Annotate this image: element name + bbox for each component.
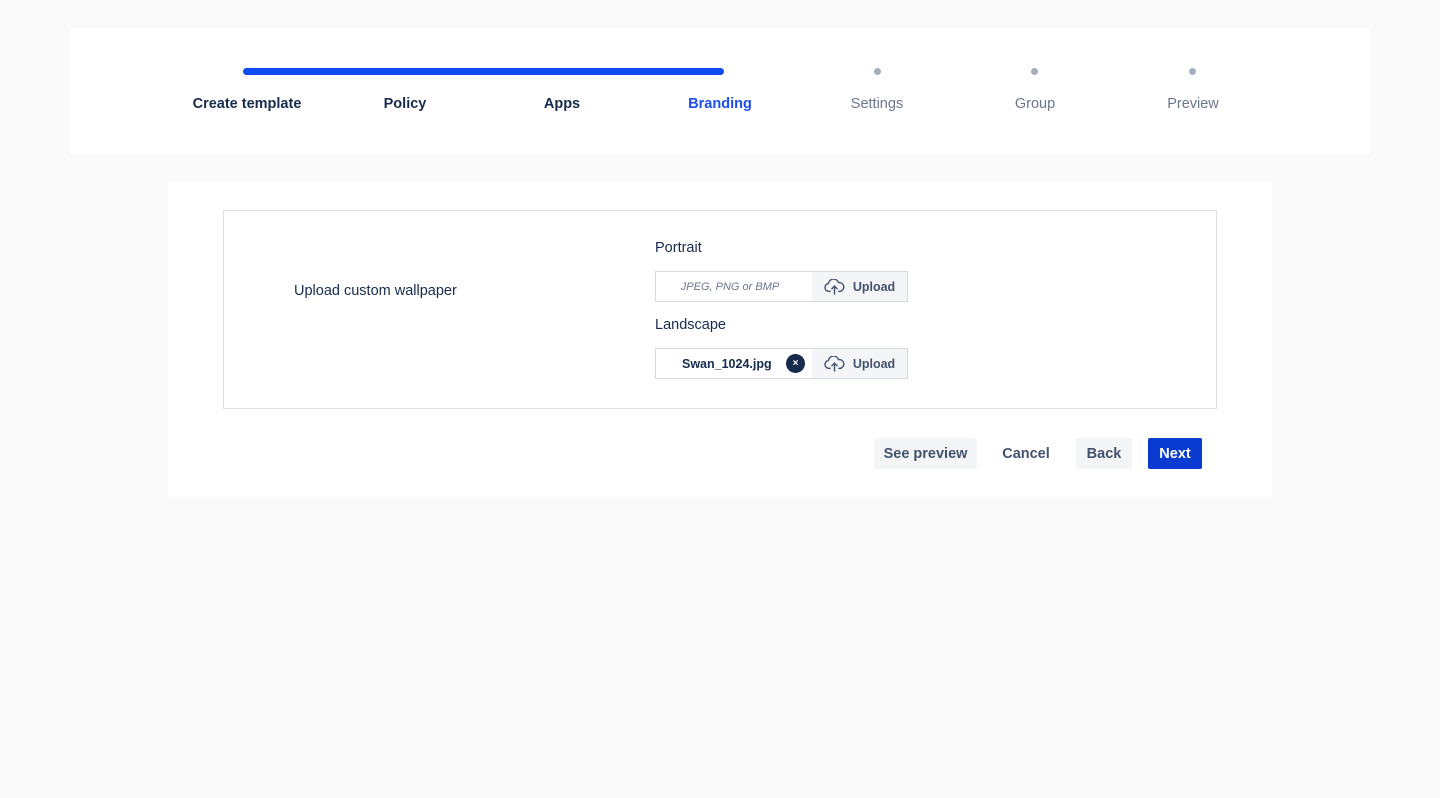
- portrait-file-placeholder[interactable]: JPEG, PNG or BMP: [656, 272, 812, 301]
- landscape-file-chip: Swan_1024.jpg ×: [656, 349, 812, 378]
- landscape-upload-button[interactable]: Upload: [812, 349, 907, 378]
- step-dot-group: [1031, 68, 1038, 75]
- cloud-upload-icon: [824, 278, 845, 295]
- step-apps[interactable]: Apps: [482, 96, 642, 112]
- step-create-template[interactable]: Create template: [167, 96, 327, 112]
- cancel-button[interactable]: Cancel: [992, 438, 1060, 469]
- close-circle-icon[interactable]: ×: [786, 354, 805, 373]
- portrait-label: Portrait: [655, 240, 702, 256]
- cloud-upload-icon: [824, 355, 845, 372]
- step-dot-settings: [874, 68, 881, 75]
- landscape-file-name: Swan_1024.jpg: [682, 356, 772, 371]
- portrait-upload-label: Upload: [852, 279, 896, 294]
- portrait-file-field[interactable]: JPEG, PNG or BMP Upload: [655, 271, 908, 302]
- landscape-file-field[interactable]: Swan_1024.jpg × Upload: [655, 348, 908, 379]
- next-button[interactable]: Next: [1148, 438, 1202, 469]
- progress-bar-completed: [243, 68, 724, 75]
- landscape-upload-label: Upload: [852, 356, 896, 371]
- wizard-stepper: Create template Policy Apps Branding Set…: [70, 28, 1370, 154]
- step-preview[interactable]: Preview: [1113, 96, 1273, 112]
- back-button[interactable]: Back: [1076, 438, 1132, 469]
- wallpaper-upload-panel: Upload custom wallpaper Portrait JPEG, P…: [223, 210, 1217, 409]
- see-preview-button[interactable]: See preview: [874, 438, 977, 469]
- step-policy[interactable]: Policy: [325, 96, 485, 112]
- step-branding[interactable]: Branding: [640, 96, 800, 112]
- landscape-label: Landscape: [655, 317, 726, 333]
- step-dot-preview: [1189, 68, 1196, 75]
- branding-form-card: Upload custom wallpaper Portrait JPEG, P…: [168, 182, 1272, 497]
- step-group[interactable]: Group: [955, 96, 1115, 112]
- upload-wallpaper-label: Upload custom wallpaper: [294, 283, 457, 299]
- step-settings[interactable]: Settings: [797, 96, 957, 112]
- portrait-upload-button[interactable]: Upload: [812, 272, 907, 301]
